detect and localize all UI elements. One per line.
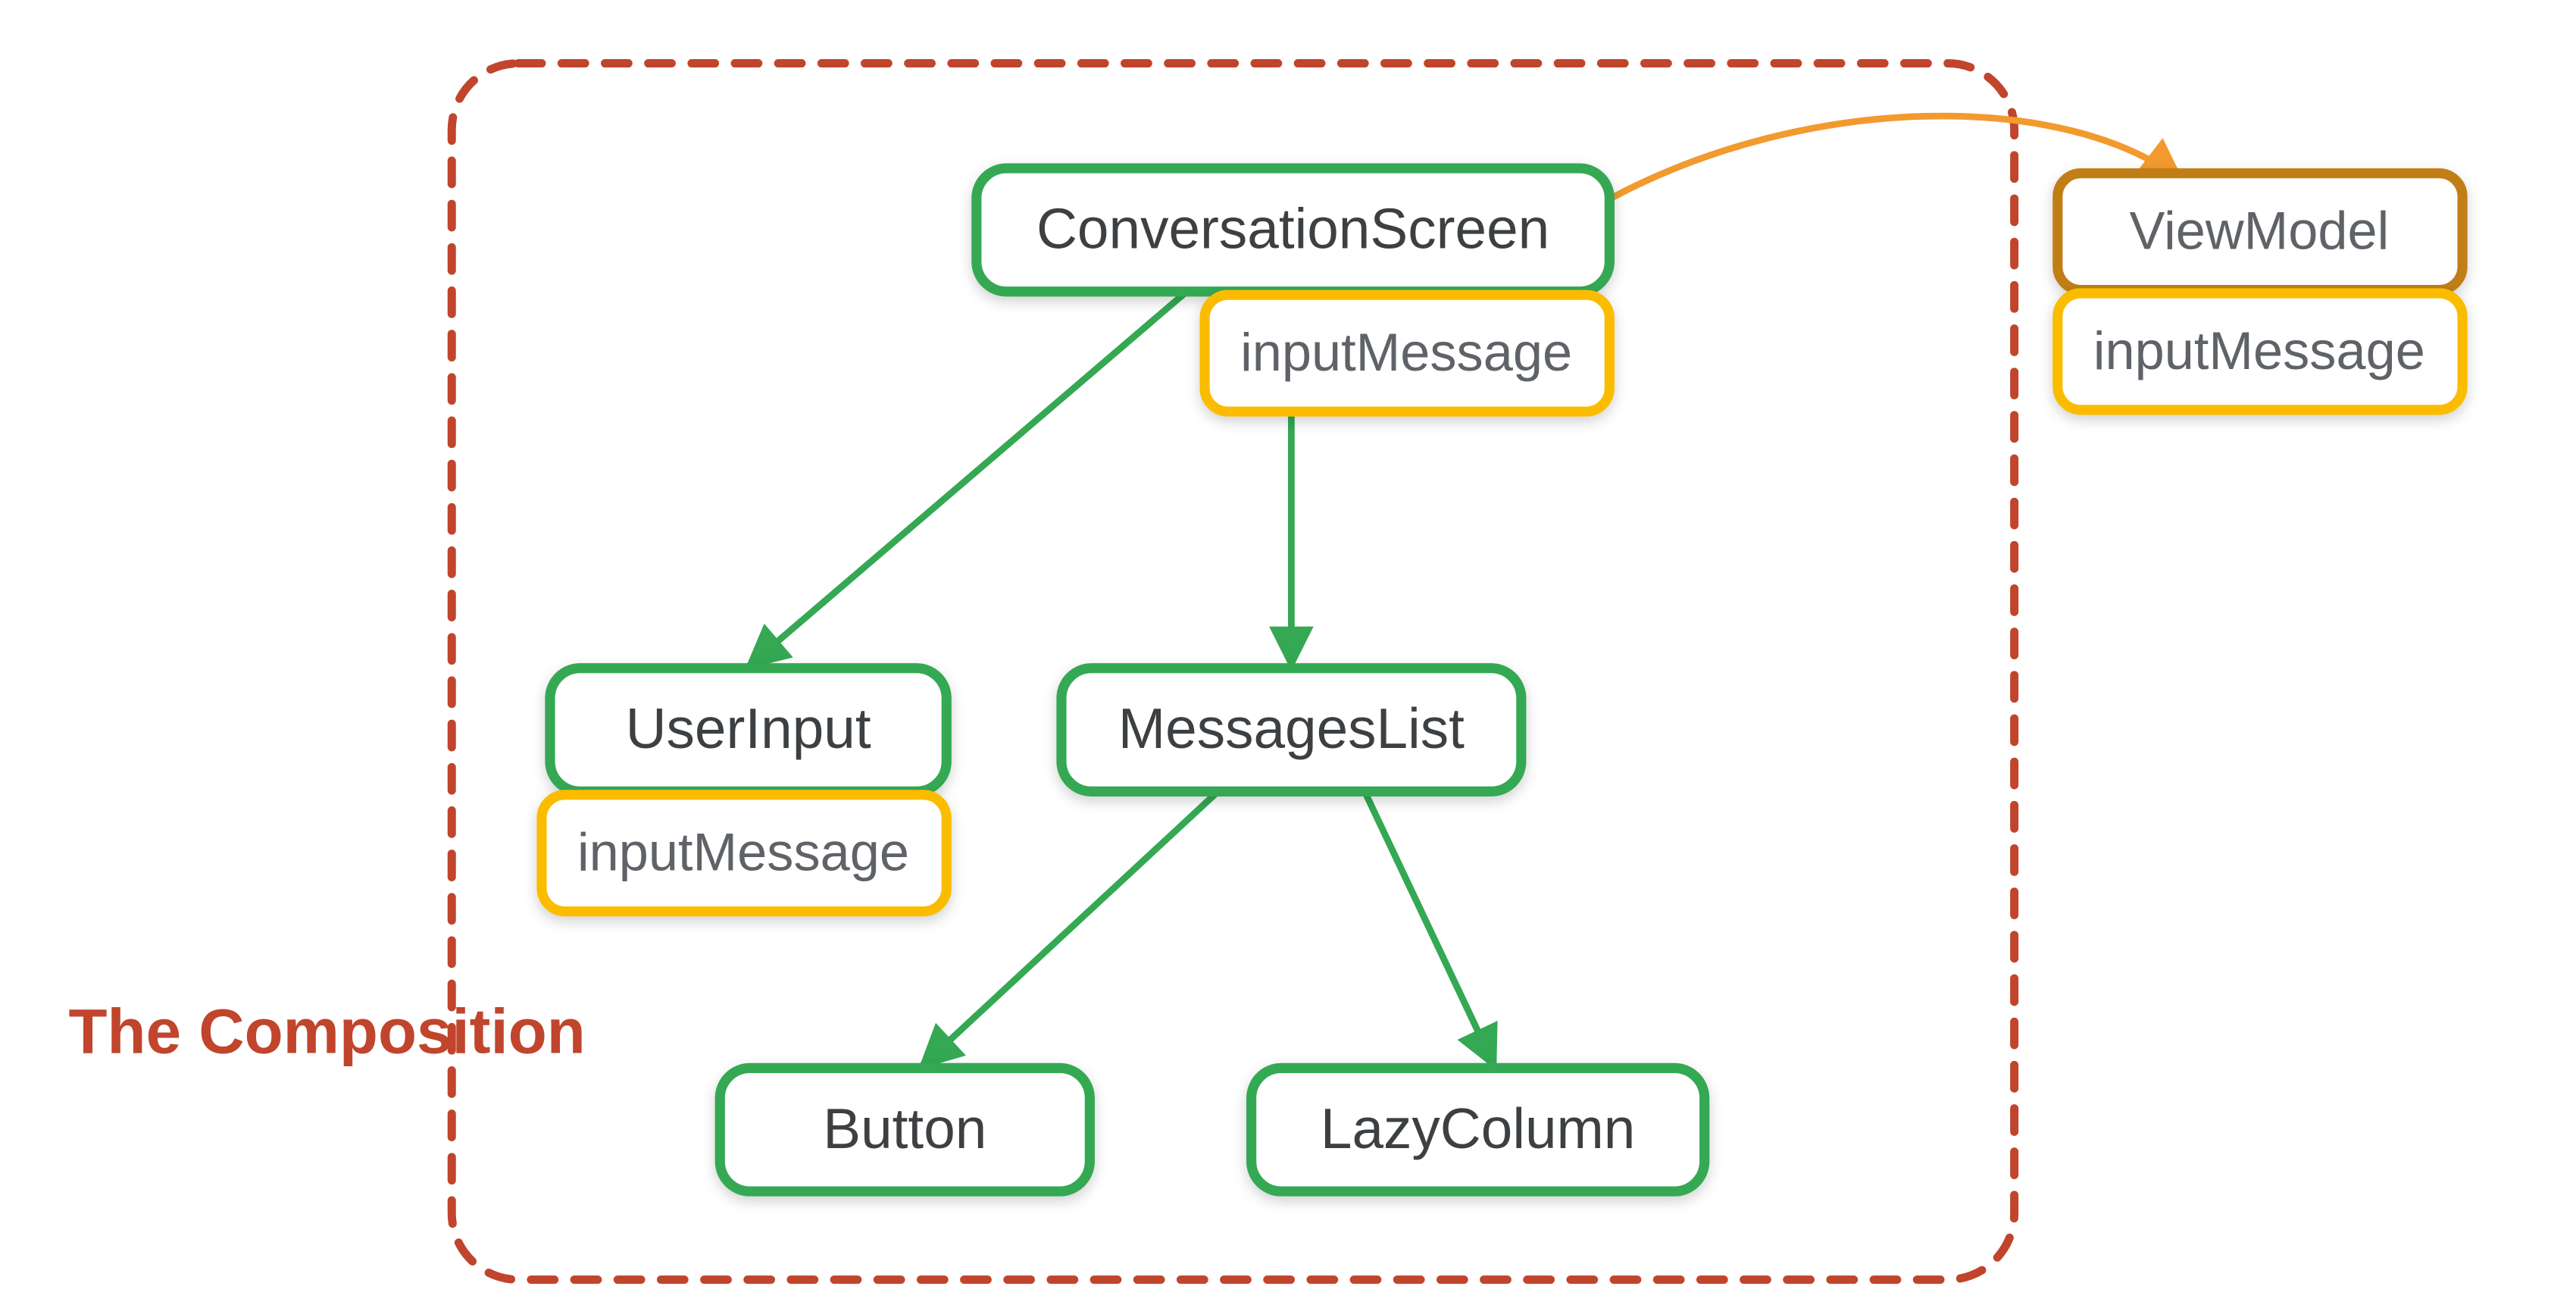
state-label: inputMessage [577, 822, 909, 882]
node-label: Button [823, 1097, 986, 1160]
node-label: MessagesList [1118, 696, 1465, 760]
composition-title: The Composition [69, 996, 586, 1067]
edge-messageslist-to-lazycolumn [1365, 791, 1495, 1066]
node-user-input-state: inputMessage [542, 795, 946, 912]
state-label: inputMessage [1240, 322, 1572, 382]
node-view-model-state: inputMessage [2058, 293, 2462, 410]
edge-messageslist-to-button [921, 791, 1218, 1066]
node-button: Button [720, 1068, 1089, 1191]
node-conversation-screen: ConversationScreen [977, 168, 1610, 292]
node-label: LazyColumn [1321, 1097, 1635, 1160]
node-lazy-column: LazyColumn [1252, 1068, 1705, 1191]
edge-conversation-to-userinput [749, 293, 1185, 667]
node-label: ConversationScreen [1036, 197, 1549, 261]
node-conversation-screen-state: inputMessage [1205, 295, 1609, 411]
node-messages-list: MessagesList [1061, 668, 1521, 792]
state-label: inputMessage [2093, 321, 2425, 380]
node-label: UserInput [626, 696, 871, 760]
node-label: ViewModel [2129, 201, 2389, 261]
node-user-input: UserInput [550, 668, 946, 792]
node-view-model: ViewModel [2058, 174, 2462, 290]
